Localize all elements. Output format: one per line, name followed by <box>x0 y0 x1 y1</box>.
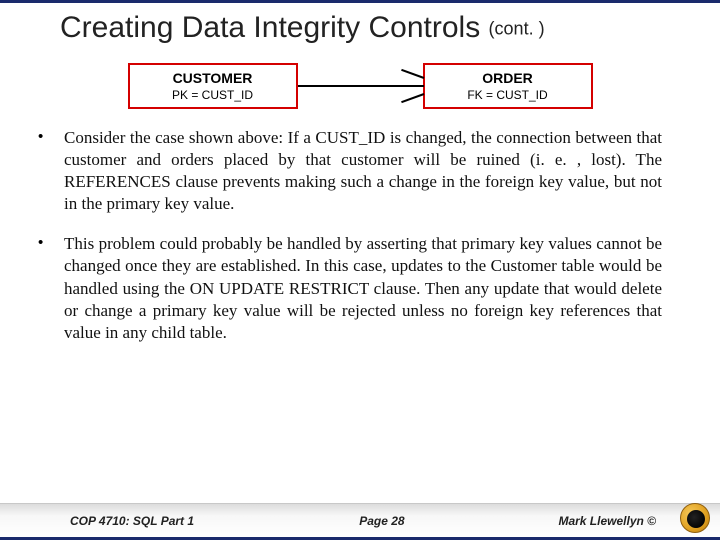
relationship-line <box>298 85 423 87</box>
bullet-text-1: Consider the case shown above: If a CUST… <box>64 127 662 215</box>
entity-order-name: ORDER <box>482 70 533 86</box>
slide-title: Creating Data Integrity Controls (cont. … <box>60 11 660 45</box>
entity-order: ORDER FK = CUST_ID <box>423 63 593 109</box>
slide: Creating Data Integrity Controls (cont. … <box>0 0 720 540</box>
crowfoot-icon <box>400 76 424 96</box>
entity-order-key: FK = CUST_ID <box>467 88 547 102</box>
title-area: Creating Data Integrity Controls (cont. … <box>0 3 720 49</box>
bullet-marker: • <box>38 127 64 215</box>
footer: COP 4710: SQL Part 1 Page 28 Mark Llewel… <box>0 503 720 537</box>
entity-customer-key: PK = CUST_ID <box>172 88 253 102</box>
title-cont: (cont. ) <box>489 19 545 39</box>
footer-left: COP 4710: SQL Part 1 <box>70 514 297 528</box>
er-diagram: CUSTOMER PK = CUST_ID ORDER FK = CUST_ID <box>0 63 720 109</box>
list-item: • This problem could probably be handled… <box>38 233 662 343</box>
title-main: Creating Data Integrity Controls <box>60 11 480 44</box>
list-item: • Consider the case shown above: If a CU… <box>38 127 662 215</box>
bullet-list: • Consider the case shown above: If a CU… <box>0 121 720 503</box>
ucf-logo-icon <box>680 503 710 533</box>
footer-author: Mark Llewellyn © <box>467 514 702 528</box>
bullet-marker: • <box>38 233 64 343</box>
entity-customer: CUSTOMER PK = CUST_ID <box>128 63 298 109</box>
bullet-text-2: This problem could probably be handled b… <box>64 233 662 343</box>
entity-customer-name: CUSTOMER <box>173 70 253 86</box>
footer-page: Page 28 <box>297 514 467 528</box>
